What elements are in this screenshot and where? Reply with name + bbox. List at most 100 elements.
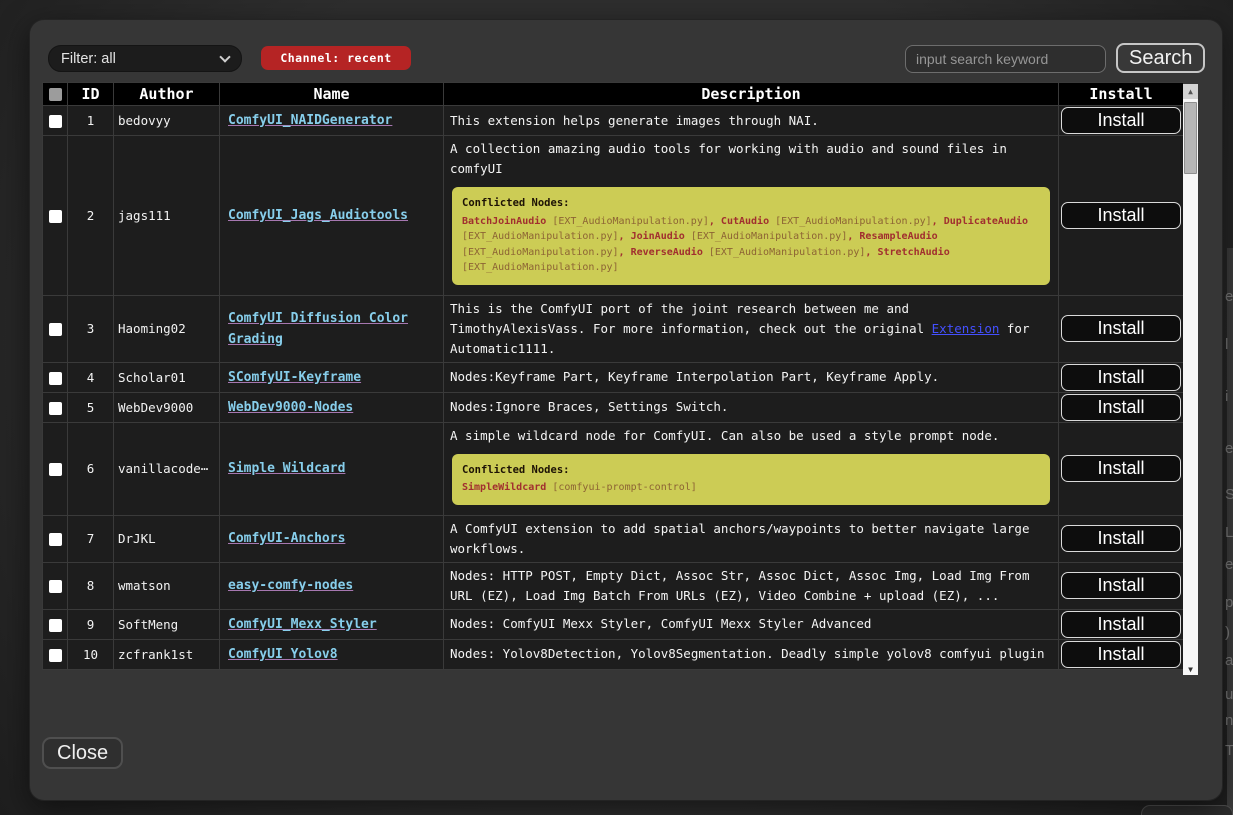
row-select-checkbox[interactable] (49, 210, 62, 223)
extension-name-link[interactable]: ComfyUI_Jags_Audiotools (228, 208, 408, 223)
row-id: 1 (68, 106, 114, 136)
extension-name-link[interactable]: ComfyUI-Anchors (228, 531, 345, 546)
background-text-fragment: i (1225, 388, 1233, 405)
row-description: A collection amazing audio tools for wor… (450, 139, 1052, 179)
install-button[interactable]: Install (1061, 611, 1181, 638)
row-author: Haoming02 (114, 295, 220, 362)
row-description: A ComfyUI extension to add spatial ancho… (450, 519, 1052, 559)
extension-name: ComfyUI-Anchors (228, 531, 345, 546)
install-button[interactable]: Install (1061, 315, 1181, 342)
extension-name: ComfyUI Yolov8 (228, 647, 338, 662)
extension-name-link[interactable]: ComfyUI_Mexx_Styler (228, 617, 377, 632)
table-header-row: ID Author Name Description Install (43, 83, 1184, 106)
background-text-fragment: a (1225, 652, 1233, 669)
extension-name-link[interactable]: Simple Wildcard (228, 461, 345, 476)
row-author: vanillacode⋯ (114, 422, 220, 515)
install-button[interactable]: Install (1061, 641, 1181, 668)
row-description: Nodes:Keyframe Part, Keyframe Interpolat… (450, 367, 1052, 387)
background-text-fragment: n (1225, 712, 1233, 729)
column-header-name: Name (220, 83, 444, 106)
row-id: 3 (68, 295, 114, 362)
extension-name: easy-comfy-nodes (228, 578, 353, 593)
extension-name-link[interactable]: WebDev9000-Nodes (228, 400, 353, 415)
search-input[interactable] (905, 45, 1106, 73)
extension-name: SComfyUI-Keyframe (228, 370, 361, 385)
extension-name-link[interactable]: ComfyUI Diffusion Color Grading (228, 311, 408, 347)
extension-name: ComfyUI_Jags_Audiotools (228, 208, 408, 223)
row-author: jags111 (114, 136, 220, 296)
row-author: DrJKL (114, 515, 220, 562)
background-text-fragment: T (1225, 742, 1233, 759)
table-row: 10zcfrank1stComfyUI Yolov8Nodes: Yolov8D… (43, 639, 1184, 669)
table-row: 2jags111 ComfyUI_Jags_Audiotools A collect… (43, 136, 1184, 296)
row-description: Nodes:Ignore Braces, Settings Switch. (450, 397, 1052, 417)
column-header-id: ID (68, 83, 114, 106)
select-all-checkbox[interactable] (49, 88, 62, 101)
background-text-fragment: ) (1225, 624, 1233, 641)
table-row: 8wmatsoneasy-comfy-nodesNodes: HTTP POST… (43, 562, 1184, 609)
row-select-checkbox[interactable] (49, 649, 62, 662)
extension-name-link[interactable]: easy-comfy-nodes (228, 578, 353, 593)
search-button[interactable]: Search (1116, 43, 1205, 73)
table-row: 4Scholar01SComfyUI-KeyframeNodes:Keyfram… (43, 362, 1184, 392)
install-button[interactable]: Install (1061, 455, 1181, 482)
row-id: 7 (68, 515, 114, 562)
row-id: 6 (68, 422, 114, 515)
table-row: 1bedovyyComfyUI_NAIDGeneratorThis extens… (43, 106, 1184, 136)
conflicted-nodes-list: SimpleWildcard [comfyui-prompt-control] (462, 480, 1040, 496)
conflicted-nodes-title: Conflicted Nodes: (462, 463, 1040, 479)
occluded-background-button (1141, 805, 1233, 815)
row-select-checkbox[interactable] (49, 402, 62, 415)
extension-name-link[interactable]: ComfyUI Yolov8 (228, 647, 338, 662)
install-button[interactable]: Install (1061, 364, 1181, 391)
column-header-description: Description (444, 83, 1059, 106)
row-author: Scholar01 (114, 362, 220, 392)
row-description: Nodes: ComfyUI Mexx Styler, ComfyUI Mexx… (450, 614, 1052, 634)
row-id: 5 (68, 392, 114, 422)
row-id: 10 (68, 639, 114, 669)
extension-name: ComfyUI_NAIDGenerator (228, 113, 392, 128)
install-button[interactable]: Install (1061, 572, 1181, 599)
conflicted-nodes-box: Conflicted Nodes:BatchJoinAudio [EXT_Aud… (452, 187, 1050, 285)
description-link[interactable]: Extension (932, 321, 1000, 336)
row-author: wmatson (114, 562, 220, 609)
row-select-checkbox[interactable] (49, 580, 62, 593)
install-button[interactable]: Install (1061, 525, 1181, 552)
scroll-up-icon[interactable]: ▲ (1183, 84, 1198, 99)
row-select-checkbox[interactable] (49, 619, 62, 632)
install-custom-nodes-dialog: Filter: all Channel: recent Search ID Au… (30, 20, 1222, 800)
scrollbar-thumb[interactable] (1184, 102, 1197, 174)
row-id: 8 (68, 562, 114, 609)
install-button[interactable]: Install (1061, 394, 1181, 421)
extension-name: WebDev9000-Nodes (228, 400, 353, 415)
row-select-checkbox[interactable] (49, 463, 62, 476)
background-text-fragment: e (1225, 440, 1233, 457)
install-button[interactable]: Install (1061, 202, 1181, 229)
extension-name-link[interactable]: ComfyUI_NAIDGenerator (228, 113, 392, 128)
row-select-checkbox[interactable] (49, 372, 62, 385)
row-select-checkbox[interactable] (49, 533, 62, 546)
table-row: 6vanillacode⋯Simple WildcardA simple wil… (43, 422, 1184, 515)
row-description: Nodes: Yolov8Detection, Yolov8Segmentati… (450, 644, 1052, 664)
close-button[interactable]: Close (42, 737, 123, 769)
scroll-down-icon[interactable]: ▼ (1183, 665, 1198, 674)
background-text-fragment: e (1225, 288, 1233, 305)
row-id: 9 (68, 609, 114, 639)
row-select-checkbox[interactable] (49, 115, 62, 128)
table-scrollbar[interactable]: ▲ ▼ (1183, 84, 1198, 675)
background-text-fragment: e (1225, 556, 1233, 573)
extension-name: Simple Wildcard (228, 461, 345, 476)
channel-badge: Channel: recent (261, 46, 411, 70)
row-id: 2 (68, 136, 114, 296)
extensions-table: ID Author Name Description Install 1bedo… (42, 82, 1198, 675)
background-text-fragment: S (1225, 486, 1233, 503)
install-button[interactable]: Install (1061, 107, 1181, 134)
row-author: SoftMeng (114, 609, 220, 639)
conflicted-nodes-list: BatchJoinAudio [EXT_AudioManipulation.py… (462, 214, 1040, 276)
filter-select[interactable]: Filter: all (48, 45, 242, 72)
conflicted-nodes-box: Conflicted Nodes:SimpleWildcard [comfyui… (452, 454, 1050, 505)
row-select-checkbox[interactable] (49, 323, 62, 336)
extension-name: ComfyUI Diffusion Color Grading (228, 311, 408, 347)
extension-name-link[interactable]: SComfyUI-Keyframe (228, 370, 361, 385)
column-header-install: Install (1059, 83, 1184, 106)
